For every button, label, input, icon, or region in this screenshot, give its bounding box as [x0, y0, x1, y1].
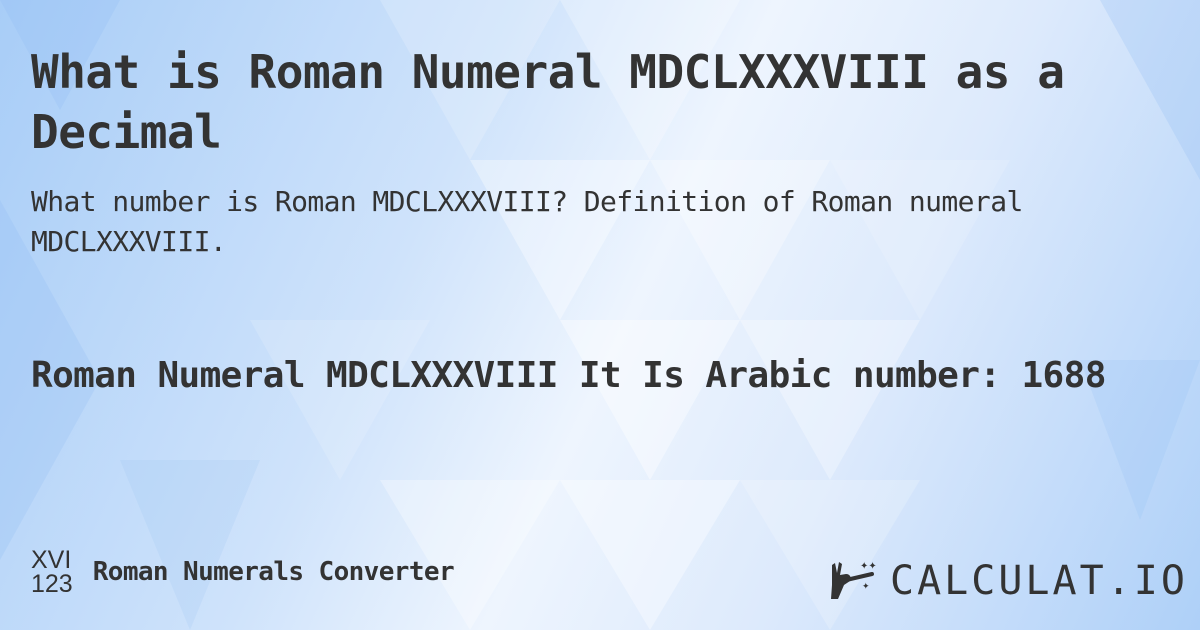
svg-text:✦✦: ✦✦	[860, 561, 877, 572]
converter-label: Roman Numerals Converter	[92, 557, 455, 587]
calculat-logo[interactable]: ✦✦ ✦ CALCULAT.IO	[828, 558, 1188, 604]
page-subtitle: What number is Roman MDCLXXXVIII? Defini…	[31, 185, 1023, 258]
magic-wand-hand-icon: ✦✦ ✦	[831, 561, 877, 599]
converter-link[interactable]: XVI 123 Roman Numerals Converter	[31, 546, 455, 598]
roman-icon-bottom: 123	[31, 570, 73, 598]
roman-icon-top: XVI	[31, 546, 72, 574]
page-content: What is Roman Numeral MDCLXXXVIII as a D…	[0, 0, 1200, 630]
page-title: What is Roman Numeral MDCLXXXVIII as a D…	[31, 45, 1065, 159]
roman-numeral-icon: XVI 123	[31, 546, 73, 598]
conversion-result: Roman Numeral MDCLXXXVIII It Is Arabic n…	[31, 355, 1106, 396]
logo-text: CALCULAT.IO	[890, 558, 1188, 604]
svg-text:✦: ✦	[862, 582, 870, 592]
